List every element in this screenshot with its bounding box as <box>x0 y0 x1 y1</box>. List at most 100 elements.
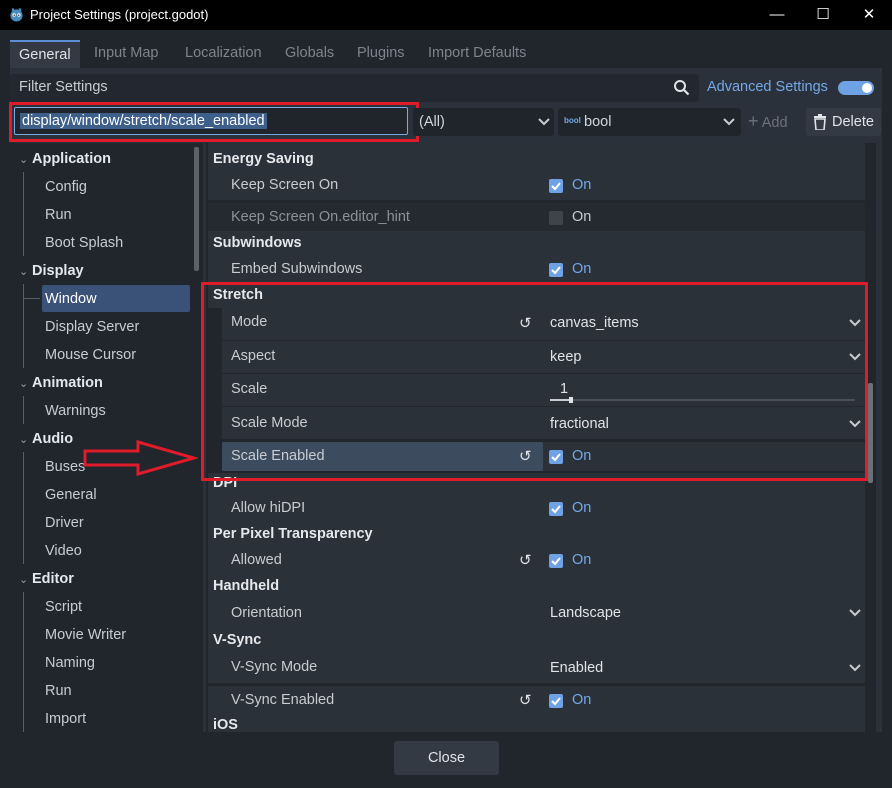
prop-value: On <box>572 177 592 193</box>
chevron-down-icon <box>538 118 550 126</box>
search-icon <box>674 80 690 96</box>
delete-button[interactable]: Delete <box>806 108 881 136</box>
prop-row-keep-screen-on: Keep Screen On On <box>208 172 865 200</box>
tab-general[interactable]: General <box>10 40 80 68</box>
prop-row-allow-hidpi: Allow hiDPI On <box>208 495 865 523</box>
tree-item-script[interactable]: Script <box>45 599 82 615</box>
prop-value: On <box>572 261 592 277</box>
checkbox-checked-icon[interactable] <box>549 502 563 516</box>
collapse-arrow-icon: ⌄ <box>19 574 29 586</box>
collapse-arrow-icon: ⌄ <box>19 266 29 278</box>
tree-category-display[interactable]: ⌄ Display <box>19 263 84 279</box>
property-path-value: display/window/stretch/scale_enabled <box>20 113 267 129</box>
prop-row-embed-subwindows: Embed Subwindows On <box>208 256 865 284</box>
prop-row-orientation: Orientation Landscape <box>208 599 865 629</box>
type-select-value: bool <box>584 114 612 130</box>
checkbox-checked-icon[interactable] <box>549 554 563 568</box>
type-select[interactable]: bool bool <box>558 108 741 136</box>
advanced-settings-toggle[interactable] <box>838 81 874 95</box>
tree-guide-line <box>23 592 24 732</box>
bool-type-icon: bool <box>564 116 581 125</box>
tab-plugins[interactable]: Plugins <box>348 40 414 68</box>
property-path-input[interactable]: display/window/stretch/scale_enabled <box>14 107 408 135</box>
prop-value: On <box>572 209 592 225</box>
tree-item-general[interactable]: General <box>45 487 97 503</box>
section-handheld[interactable]: Handheld <box>208 574 865 599</box>
prop-label: Keep Screen On <box>231 177 339 193</box>
annotation-arrow-icon <box>83 440 198 476</box>
prop-row-v-sync-mode: V-Sync Mode Enabled <box>208 653 865 683</box>
chevron-down-icon <box>723 118 735 126</box>
tree-category-audio[interactable]: ⌄ Audio <box>19 431 73 447</box>
collapse-arrow-icon: ⌄ <box>19 434 29 446</box>
section-energy-saving[interactable]: Energy Saving <box>208 147 865 172</box>
section-per-pixel-transparency[interactable]: Per Pixel Transparency <box>208 522 865 547</box>
prop-row-allowed: Allowed ↺ On <box>208 547 865 575</box>
tree-item-window[interactable]: Window <box>45 291 97 307</box>
tree-item-editor-run[interactable]: Run <box>45 683 72 699</box>
tree-item-video[interactable]: Video <box>45 543 82 559</box>
prop-label: Allowed <box>231 552 282 568</box>
prop-value: On <box>572 500 592 516</box>
tree-item-display-server[interactable]: Display Server <box>45 319 139 335</box>
tree-category-animation[interactable]: ⌄ Animation <box>19 375 103 391</box>
prop-label: Keep Screen On.editor_hint <box>231 209 410 225</box>
prop-value[interactable]: Enabled <box>550 660 603 676</box>
prop-label: Orientation <box>231 605 302 621</box>
checkbox-checked-icon[interactable] <box>549 179 563 193</box>
prop-value: On <box>572 552 592 568</box>
prop-value[interactable]: Landscape <box>550 605 621 621</box>
filter-placeholder: Filter Settings <box>19 79 108 95</box>
checkbox-checked-icon[interactable] <box>549 694 563 708</box>
prop-row-keep-screen-on-editor-hint: Keep Screen On.editor_hint On <box>208 203 865 231</box>
tree-guide-line <box>23 172 24 256</box>
revert-icon[interactable]: ↺ <box>519 691 532 709</box>
tree-guide-line <box>23 396 24 424</box>
tree-guide-line <box>23 298 40 299</box>
godot-logo-icon <box>10 8 23 22</box>
plus-icon: + <box>748 111 759 131</box>
collapse-arrow-icon: ⌄ <box>19 378 29 390</box>
collapse-arrow-icon: ⌄ <box>19 154 29 166</box>
type-filter-value: (All) <box>419 114 445 130</box>
section-subwindows[interactable]: Subwindows <box>208 231 865 256</box>
tree-item-import[interactable]: Import <box>45 711 86 727</box>
tree-item-buses[interactable]: Buses <box>45 459 85 475</box>
close-window-button[interactable]: ✕ <box>846 0 892 30</box>
tree-item-warnings[interactable]: Warnings <box>45 403 106 419</box>
tree-category-application[interactable]: ⌄ Application <box>19 151 111 167</box>
checkbox-unchecked-icon[interactable] <box>549 211 563 225</box>
tree-item-mouse-cursor[interactable]: Mouse Cursor <box>45 347 136 363</box>
tree-item-movie-writer[interactable]: Movie Writer <box>45 627 126 643</box>
type-filter-select[interactable]: (All) <box>413 108 554 136</box>
tree-item-boot-splash[interactable]: Boot Splash <box>45 235 123 251</box>
window-titlebar: Project Settings (project.godot) — ☐ ✕ <box>0 0 892 30</box>
checkbox-checked-icon[interactable] <box>549 263 563 277</box>
tab-globals[interactable]: Globals <box>276 40 343 68</box>
tree-scrollbar[interactable] <box>194 147 199 271</box>
prop-label: V-Sync Enabled <box>231 692 335 708</box>
tab-localization[interactable]: Localization <box>176 40 271 68</box>
section-ios[interactable]: iOS <box>208 716 865 732</box>
tree-category-editor[interactable]: ⌄ Editor <box>19 571 74 587</box>
revert-icon[interactable]: ↺ <box>519 551 532 569</box>
tab-import-defaults[interactable]: Import Defaults <box>419 40 535 68</box>
tree-item-naming[interactable]: Naming <box>45 655 95 671</box>
window-title: Project Settings (project.godot) <box>30 7 209 22</box>
minimize-button[interactable]: — <box>754 0 800 30</box>
add-button[interactable]: + Add <box>748 111 788 131</box>
annotation-box-stretch <box>201 282 868 481</box>
filter-settings-input[interactable]: Filter Settings <box>10 74 699 102</box>
maximize-button[interactable]: ☐ <box>800 0 846 30</box>
prop-label: Embed Subwindows <box>231 261 363 277</box>
tree-item-config[interactable]: Config <box>45 179 87 195</box>
tree-guide-line <box>23 452 24 564</box>
chevron-down-icon <box>849 609 861 617</box>
close-button[interactable]: Close <box>394 741 499 775</box>
tab-input-map[interactable]: Input Map <box>85 40 168 68</box>
inspector-scrollbar[interactable] <box>868 383 873 483</box>
prop-label: V-Sync Mode <box>231 659 318 675</box>
tree-item-driver[interactable]: Driver <box>45 515 84 531</box>
section-v-sync[interactable]: V-Sync <box>208 628 865 653</box>
tree-item-run[interactable]: Run <box>45 207 72 223</box>
